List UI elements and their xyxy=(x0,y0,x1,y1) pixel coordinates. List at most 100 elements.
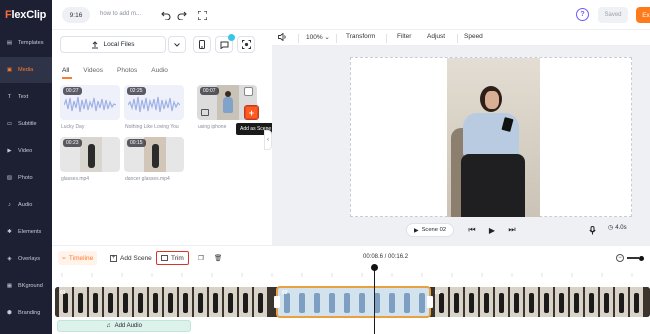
tab-audio[interactable]: Audio xyxy=(151,67,168,74)
trim-handle-right[interactable] xyxy=(427,296,433,308)
scene-duration[interactable]: ◷ 4.0s xyxy=(608,224,627,232)
media-item-label: Lucky Day xyxy=(61,124,85,130)
person-head xyxy=(225,91,231,97)
preview-stage: ▶ Scene 02 ⏮ ▶ ⏭ ◷ 4.0s xyxy=(272,46,650,245)
speed-button[interactable]: Speed xyxy=(464,33,483,40)
media-item-video-4[interactable]: 00:23 xyxy=(60,137,120,172)
music-icon: ♫ xyxy=(106,323,111,329)
collapse-panel-button[interactable]: ‹ xyxy=(264,130,272,150)
sidebar-item-audio[interactable]: ♪ Audio xyxy=(0,192,52,218)
timeline-zoom[interactable]: − xyxy=(616,254,644,262)
person-figure xyxy=(223,97,233,113)
tab-videos[interactable]: Videos xyxy=(83,67,103,74)
media-tabs: All Videos Photos Audio xyxy=(62,67,168,74)
editor-toolbar: 100% ⌄ Transform Filter Adjust Speed xyxy=(272,30,650,46)
adjust-button[interactable]: Adjust xyxy=(427,33,445,40)
image-icon xyxy=(201,109,209,116)
screen-capture-button[interactable] xyxy=(237,36,255,53)
add-as-scene-button[interactable]: + xyxy=(244,105,259,120)
sidebar-item-photo[interactable]: ▨ Photo xyxy=(0,165,52,191)
sidebar-item-subtitle[interactable]: ▭ Subtitle xyxy=(0,111,52,137)
video-canvas[interactable] xyxy=(350,57,632,217)
delete-icon[interactable] xyxy=(244,87,253,96)
dancer-figure xyxy=(152,144,159,168)
tab-photos[interactable]: Photos xyxy=(117,67,137,74)
zoom-value: 100% xyxy=(306,34,323,41)
person-pants xyxy=(461,154,525,217)
previous-icon[interactable]: ⏮ xyxy=(466,224,478,236)
timeline-tab[interactable]: ⌁ Timeline xyxy=(58,251,98,265)
help-icon[interactable]: ? xyxy=(576,8,589,21)
media-item-audio-2[interactable]: 02:25 xyxy=(124,85,184,120)
scene-tag: 02 xyxy=(282,290,288,296)
sidebar-item-text[interactable]: T Text xyxy=(0,84,52,110)
sidebar-item-label: Overlays xyxy=(18,256,41,262)
trim-label: Trim xyxy=(171,254,184,262)
play-button[interactable]: ▶ xyxy=(486,224,498,236)
divider xyxy=(336,34,337,43)
delete-icon[interactable]: 🗑 xyxy=(210,251,226,265)
sidebar-item-label: Media xyxy=(18,67,34,73)
video-preview-frame xyxy=(447,58,540,217)
sidebar-item-label: Subtitle xyxy=(18,121,37,127)
scene-tag: 01 xyxy=(60,290,66,296)
sidebar-item-branding[interactable]: ⬢ Branding xyxy=(0,300,52,326)
duration-value: 4.0s xyxy=(615,224,627,231)
sidebar-item-video[interactable]: ▶ Video xyxy=(0,138,52,164)
text-icon: T xyxy=(7,94,12,100)
redo-icon[interactable] xyxy=(176,9,188,21)
duration-badge: 00:23 xyxy=(63,139,82,147)
media-item-video-5[interactable]: 00:15 xyxy=(124,137,184,172)
undo-icon[interactable] xyxy=(160,9,172,21)
sidebar-item-bkground[interactable]: ▦ BKground xyxy=(0,273,52,299)
local-files-label: Local Files xyxy=(103,41,135,48)
playhead[interactable] xyxy=(374,266,375,334)
media-item-audio-1[interactable]: 00:27 xyxy=(60,85,120,120)
chevron-down-icon: ⌄ xyxy=(322,34,330,41)
trim-icon xyxy=(161,255,168,261)
zoom-out-icon[interactable]: − xyxy=(616,254,624,262)
export-button[interactable]: Ex xyxy=(636,7,650,23)
duplicate-icon[interactable]: ❐ xyxy=(194,251,208,265)
sidebar-item-overlays[interactable]: ◈ Overlays xyxy=(0,246,52,272)
aspect-ratio-button[interactable]: 9:16 xyxy=(62,7,90,23)
app-logo[interactable]: FlexClip xyxy=(5,9,46,21)
zoom-slider[interactable] xyxy=(627,257,639,259)
sidebar-item-label: Photo xyxy=(18,175,33,181)
sidebar-item-label: Text xyxy=(18,94,29,100)
project-title[interactable]: how to add m... xyxy=(100,11,141,17)
duration-badge: 02:25 xyxy=(127,87,146,95)
add-audio-button[interactable]: ♫ Add Audio xyxy=(57,320,191,332)
trim-handle-left[interactable] xyxy=(274,296,280,308)
duration-badge: 00:07 xyxy=(200,87,219,95)
scene-selector[interactable]: ▶ Scene 02 xyxy=(406,223,454,237)
playhead-handle[interactable] xyxy=(371,264,378,271)
zoom-handle[interactable] xyxy=(639,255,644,261)
sidebar-item-label: Templates xyxy=(18,40,44,46)
media-item-label: Nothing Like Loving You xyxy=(125,124,179,130)
scene-tag: 03 xyxy=(435,290,441,296)
phone-icon xyxy=(199,40,205,49)
zoom-select[interactable]: 100% ⌄ xyxy=(306,33,330,41)
fullscreen-icon[interactable] xyxy=(196,9,208,21)
volume-icon[interactable] xyxy=(278,32,287,43)
sidebar-item-templates[interactable]: ▤ Templates xyxy=(0,30,52,56)
filter-button[interactable]: Filter xyxy=(397,33,411,40)
timeline-ruler[interactable] xyxy=(52,266,650,278)
upload-dropdown[interactable] xyxy=(168,36,186,53)
subtitle-icon: ▭ xyxy=(6,121,13,127)
local-files-button[interactable]: Local Files xyxy=(60,36,166,53)
saved-status: Saved xyxy=(598,7,628,23)
add-scene-button[interactable]: + Add Scene xyxy=(106,251,156,265)
microphone-icon[interactable] xyxy=(586,224,598,236)
phone-upload-button[interactable] xyxy=(193,36,211,53)
sidebar-item-label: Elements xyxy=(18,229,42,235)
next-icon[interactable]: ⏭ xyxy=(506,224,518,236)
trim-button[interactable]: Trim xyxy=(156,251,189,265)
chat-icon xyxy=(220,41,228,49)
sidebar-item-label: Video xyxy=(18,148,33,154)
transform-button[interactable]: Transform xyxy=(346,33,375,40)
sidebar-item-elements[interactable]: ✱ Elements xyxy=(0,219,52,245)
sidebar-item-media[interactable]: ▣ Media xyxy=(0,57,52,83)
tab-all[interactable]: All xyxy=(62,67,69,74)
